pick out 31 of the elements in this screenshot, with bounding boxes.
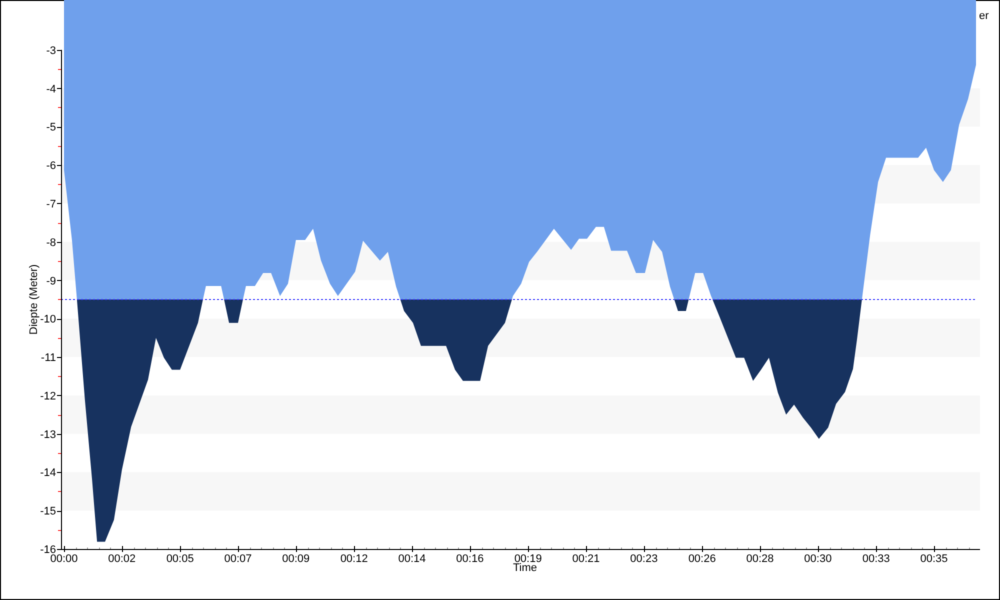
y-tick-label: -3 [46,44,56,57]
y-tick-label: -15 [40,506,56,518]
y-tick-label: -12 [40,390,56,402]
y-tick-label: -6 [46,160,56,172]
y-tick-label: -7 [46,198,56,210]
x-tick-label: 00:35 [920,553,948,565]
x-tick-label: 00:00 [50,553,78,565]
x-tick-label: 00:33 [862,553,890,565]
legend-label: er [979,10,989,22]
y-tick-label: -5 [46,122,56,134]
y-tick-label: -13 [40,428,56,441]
x-tick-label: 00:21 [572,553,600,565]
y-tick-label: -14 [40,467,56,480]
x-tick-label: 00:23 [630,553,658,565]
x-tick-label: 00:09 [282,553,310,565]
x-tick-label: 00:05 [166,553,194,565]
y-tick-label: -4 [46,83,56,96]
y-tick-label: -10 [40,314,56,326]
x-tick-label: 00:28 [746,553,774,565]
x-tick-label: 00:30 [804,553,832,565]
y-axis-title: Diepte (Meter) [28,264,40,335]
y-tick-label: -9 [46,275,56,288]
x-tick-label: 00:26 [688,553,716,565]
x-tick-label: 00:02 [108,553,136,565]
y-tick-label: -11 [40,352,56,364]
y-tick-label: -8 [46,236,56,249]
x-tick-label: 00:07 [224,553,252,565]
x-tick-label: 00:16 [456,553,484,565]
x-tick-label: 00:12 [340,553,368,565]
x-tick-label: 00:14 [398,553,426,565]
x-axis-title: Time [512,562,538,574]
